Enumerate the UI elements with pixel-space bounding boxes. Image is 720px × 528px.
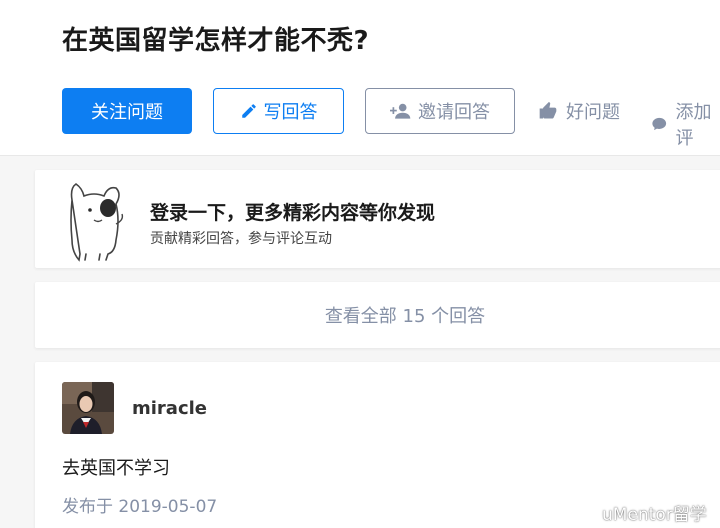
invite-answer-label: 邀请回答 (418, 102, 490, 123)
watermark: uMentor留学 (572, 500, 707, 525)
view-all-answers-link[interactable]: 查看全部 15 个回答 (35, 302, 720, 328)
avatar-photo (62, 382, 114, 434)
follow-question-button[interactable]: 关注问题 (62, 88, 192, 134)
add-user-icon (390, 103, 411, 119)
thumbs-up-icon (539, 101, 557, 119)
watermark-text: uMentor留学 (602, 505, 707, 525)
question-title: 在英国留学怎样才能不秃? (62, 26, 370, 56)
follow-question-label: 关注问题 (91, 102, 163, 123)
mascot-dog-icon (70, 183, 124, 262)
add-comment-label: 添加评 (675, 102, 712, 149)
view-all-answers-card[interactable]: 查看全部 15 个回答 (35, 282, 720, 348)
weibo-logo-icon (572, 502, 598, 522)
login-prompt-card[interactable]: 登录一下，更多精彩内容等你发现 贡献精彩回答，参与评论互动 (35, 170, 720, 268)
comment-icon (652, 117, 667, 131)
good-question-button[interactable]: 好问题 (538, 98, 620, 124)
invite-answer-button[interactable]: 邀请回答 (365, 88, 515, 134)
add-comment-button[interactable]: 添加评 (651, 98, 720, 150)
question-header: 在英国留学怎样才能不秃? 关注问题 写回答 邀请回答 好问题 添加评 (0, 0, 720, 156)
avatar[interactable] (62, 382, 114, 434)
pencil-icon (241, 104, 256, 118)
author-name[interactable]: miracle (132, 398, 207, 419)
answer-content: 去英国不学习 (62, 458, 170, 479)
write-answer-label: 写回答 (263, 102, 318, 123)
login-prompt-title: 登录一下，更多精彩内容等你发现 (150, 202, 436, 224)
write-answer-button[interactable]: 写回答 (213, 88, 344, 134)
answer-date: 发布于 2019-05-07 (62, 497, 218, 517)
login-prompt-subtitle: 贡献精彩回答，参与评论互动 (150, 231, 332, 247)
good-question-label: 好问题 (566, 102, 620, 123)
